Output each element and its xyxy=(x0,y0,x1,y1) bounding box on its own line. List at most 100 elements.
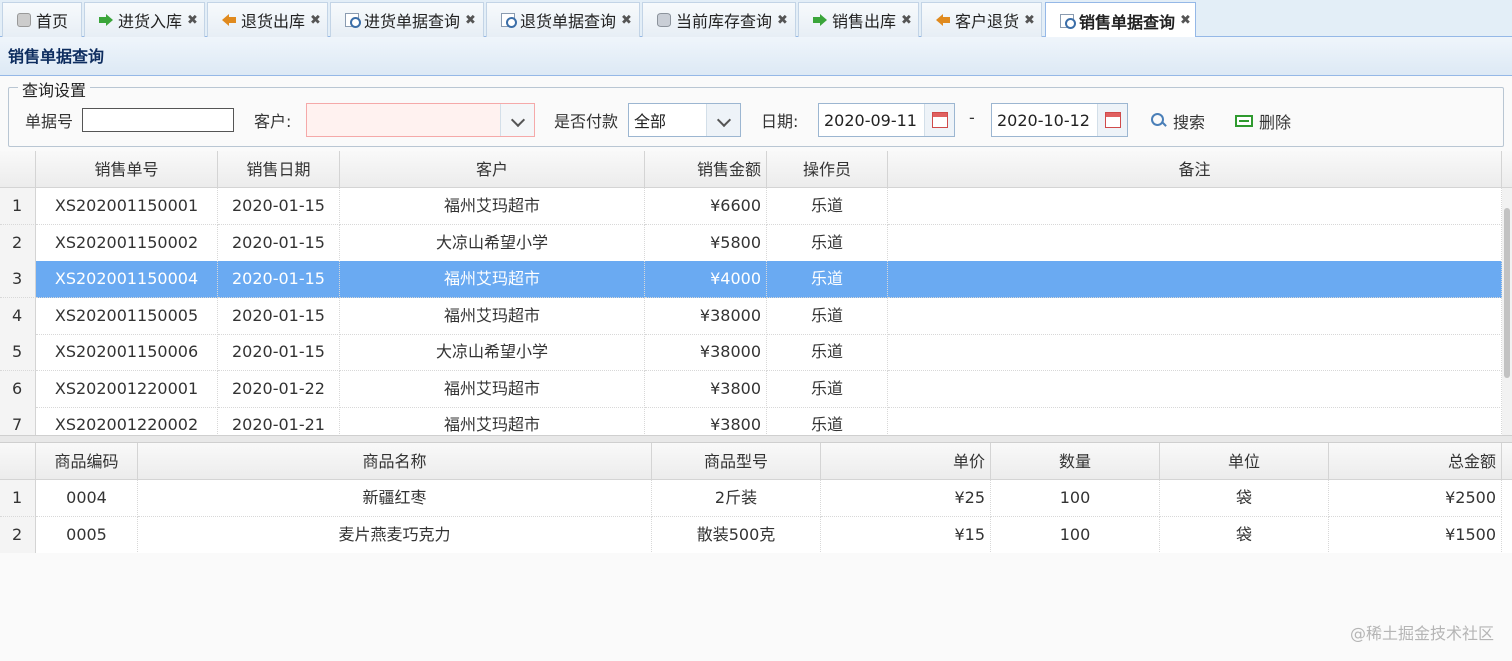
table-row[interactable]: 2 0005 麦片燕麦巧克力 散装500克 ¥15 100 袋 ¥1500 xyxy=(0,516,1512,553)
orders-scrollbar[interactable] xyxy=(1502,188,1512,435)
tab-label: 销售单据查询 xyxy=(1079,12,1176,32)
tab-purchase-query[interactable]: 进货单据查询 ✖ xyxy=(330,2,484,37)
date-to-field[interactable]: 2020-10-12 xyxy=(991,103,1128,137)
table-cell-amount: ¥38000 xyxy=(645,297,767,335)
tab-return-out[interactable]: 退货出库 ✖ xyxy=(207,2,328,37)
close-icon[interactable]: ✖ xyxy=(465,13,476,28)
tab-label: 首页 xyxy=(36,12,69,31)
table-cell-no: XS202001220002 xyxy=(36,407,218,435)
calendar-icon[interactable] xyxy=(924,104,954,136)
column-header[interactable]: 备注 xyxy=(888,151,1502,188)
chevron-down-icon[interactable] xyxy=(706,104,740,136)
table-cell-operator: 乐道 xyxy=(767,407,888,435)
column-header[interactable]: 销售单号 xyxy=(36,151,218,188)
table-row[interactable]: 4 XS202001150005 2020-01-15 福州艾玛超市 ¥38000 乐道 xyxy=(0,297,1512,335)
column-header[interactable]: 操作员 xyxy=(767,151,888,188)
table-cell-no: XS202001220001 xyxy=(36,370,218,408)
column-header[interactable]: 总金额 xyxy=(1329,443,1502,480)
tab-sales-query[interactable]: 销售单据查询 ✖ xyxy=(1045,2,1196,38)
table-cell-customer: 大凉山希望小学 xyxy=(340,224,645,262)
table-cell-date: 2020-01-22 xyxy=(218,370,340,408)
date-from-value: 2020-09-11 xyxy=(824,110,917,130)
close-icon[interactable]: ✖ xyxy=(310,13,321,28)
tab-bar: 首页 进货入库 ✖ 退货出库 ✖ 进货单据查询 ✖ 退货单据查询 ✖ 当前库存查… xyxy=(0,0,1512,38)
document-search-icon xyxy=(345,13,361,28)
column-header[interactable]: 商品型号 xyxy=(652,443,821,480)
column-header[interactable]: 数量 xyxy=(991,443,1160,480)
date-from-field[interactable]: 2020-09-11 xyxy=(818,103,955,137)
table-cell-no: XS202001150001 xyxy=(36,188,218,225)
tab-return-query[interactable]: 退货单据查询 ✖ xyxy=(486,2,640,37)
search-icon xyxy=(1151,113,1167,129)
query-legend: 查询设置 xyxy=(18,77,91,101)
paid-label: 是否付款 xyxy=(554,112,619,131)
table-cell-code: 0005 xyxy=(36,516,138,553)
table-row[interactable]: 6 XS202001220001 2020-01-22 福州艾玛超市 ¥3800 乐道 xyxy=(0,370,1512,408)
customer-select[interactable] xyxy=(306,103,535,137)
close-icon[interactable]: ✖ xyxy=(621,13,632,28)
tab-stock-in[interactable]: 进货入库 ✖ xyxy=(84,2,205,37)
table-cell-operator: 乐道 xyxy=(767,297,888,335)
table-cell-remark xyxy=(888,224,1502,262)
row-number: 3 xyxy=(0,261,36,298)
stock-in-arrow-icon xyxy=(813,13,827,27)
tab-home[interactable]: 首页 xyxy=(2,2,82,37)
table-row[interactable]: 7 XS202001220002 2020-01-21 福州艾玛超市 ¥3800 乐道 xyxy=(0,407,1512,435)
table-row[interactable]: 1 0004 新疆红枣 2斤装 ¥25 100 袋 ¥2500 xyxy=(0,480,1512,517)
scrollbar-thumb[interactable] xyxy=(1504,208,1510,378)
close-icon[interactable]: ✖ xyxy=(1024,13,1035,28)
document-search-icon xyxy=(1060,13,1076,29)
tab-customer-return[interactable]: 客户退货 ✖ xyxy=(921,2,1042,37)
chevron-down-icon[interactable] xyxy=(500,104,534,136)
close-icon[interactable]: ✖ xyxy=(777,13,788,28)
close-icon[interactable]: ✖ xyxy=(901,13,912,28)
column-header[interactable]: 销售金额 xyxy=(645,151,767,188)
table-cell-name: 新疆红枣 xyxy=(138,480,652,517)
table-row[interactable]: 3 XS202001150004 2020-01-15 福州艾玛超市 ¥4000 乐道 xyxy=(0,261,1512,298)
column-header[interactable]: 商品名称 xyxy=(138,443,652,480)
row-number: 7 xyxy=(0,407,36,435)
table-row[interactable]: 2 XS202001150002 2020-01-15 大凉山希望小学 ¥5800 乐道 xyxy=(0,224,1512,262)
stock-in-arrow-icon xyxy=(99,13,113,27)
calendar-icon[interactable] xyxy=(1097,104,1127,136)
panel-title: 销售单据查询 xyxy=(0,37,1512,76)
column-header[interactable]: 单价 xyxy=(821,443,991,480)
row-number: 1 xyxy=(0,480,36,517)
column-header[interactable]: 销售日期 xyxy=(218,151,340,188)
column-header[interactable]: 单位 xyxy=(1160,443,1329,480)
table-row[interactable]: 5 XS202001150006 2020-01-15 大凉山希望小学 ¥38000 乐道 xyxy=(0,334,1512,371)
grid-splitter[interactable] xyxy=(0,435,1512,443)
tab-label: 客户退货 xyxy=(955,12,1020,31)
table-row[interactable]: 1 XS202001150001 2020-01-15 福州艾玛超市 ¥6600 乐道 xyxy=(0,188,1512,225)
search-button[interactable]: 搜索 xyxy=(1151,109,1205,133)
table-cell-name: 麦片燕麦巧克力 xyxy=(138,516,652,553)
tab-sales-out[interactable]: 销售出库 ✖ xyxy=(798,2,919,37)
close-icon[interactable]: ✖ xyxy=(1180,13,1191,28)
column-header[interactable]: 商品编码 xyxy=(36,443,138,480)
table-cell-customer: 大凉山希望小学 xyxy=(340,334,645,371)
table-cell-operator: 乐道 xyxy=(767,188,888,225)
tab-label: 进货单据查询 xyxy=(364,12,461,31)
table-cell-customer: 福州艾玛超市 xyxy=(340,370,645,408)
table-cell-date: 2020-01-21 xyxy=(218,407,340,435)
tab-label: 退货单据查询 xyxy=(520,12,617,31)
table-cell-operator: 乐道 xyxy=(767,261,888,298)
table-cell-code: 0004 xyxy=(36,480,138,517)
row-number: 1 xyxy=(0,188,36,225)
paid-select[interactable]: 全部 xyxy=(628,103,741,137)
table-cell-date: 2020-01-15 xyxy=(218,188,340,225)
column-header[interactable]: 客户 xyxy=(340,151,645,188)
tab-inventory-query[interactable]: 当前库存查询 ✖ xyxy=(642,2,796,37)
table-cell-qty: 100 xyxy=(991,480,1160,517)
row-number: 2 xyxy=(0,224,36,262)
table-cell-date: 2020-01-15 xyxy=(218,334,340,371)
delete-button[interactable]: 删除 xyxy=(1235,109,1291,133)
row-number: 5 xyxy=(0,334,36,371)
table-cell-no: XS202001150006 xyxy=(36,334,218,371)
date-label: 日期: xyxy=(761,112,799,131)
order-no-input[interactable] xyxy=(82,108,234,132)
home-icon xyxy=(17,13,31,27)
table-cell-remark xyxy=(888,407,1502,435)
table-cell-model: 散装500克 xyxy=(652,516,821,553)
close-icon[interactable]: ✖ xyxy=(187,13,198,28)
